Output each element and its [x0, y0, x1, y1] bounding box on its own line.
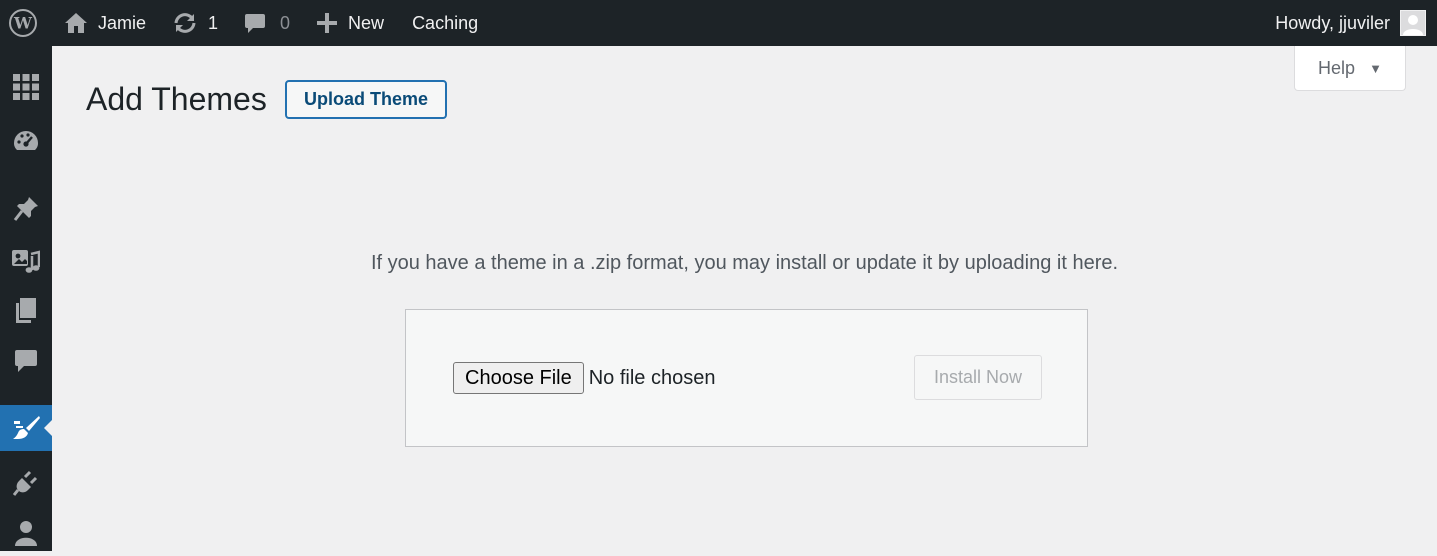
help-label: Help [1318, 57, 1356, 78]
comment-bubble-icon [244, 12, 266, 34]
menu-item-appearance[interactable] [0, 405, 52, 451]
avatar [1400, 10, 1426, 36]
upload-theme-button[interactable]: Upload Theme [285, 80, 447, 119]
triangle-down-icon: ▼ [1369, 60, 1382, 76]
howdy-label: Howdy, jjuviler [1275, 12, 1390, 33]
choose-file-button[interactable]: Choose File [453, 362, 584, 394]
upload-theme-form: Choose File No file chosen Install Now [405, 309, 1088, 447]
menu-item-dashboard[interactable] [0, 64, 52, 110]
dashboard-grid-icon [13, 74, 39, 100]
admin-menu [0, 46, 52, 551]
gauge-icon [14, 131, 38, 150]
wordpress-logo-icon: W [8, 8, 38, 38]
page-title: Add Themes [86, 81, 267, 117]
updates-link[interactable]: 1 [172, 0, 218, 46]
theme-zip-file-input[interactable]: Choose File No file chosen [453, 362, 715, 394]
menu-item-plugins[interactable] [0, 460, 52, 506]
refresh-icon [172, 12, 198, 34]
default-avatar-icon [1401, 11, 1425, 35]
install-now-button[interactable]: Install Now [914, 355, 1042, 400]
plus-icon [316, 12, 338, 34]
menu-item-posts[interactable] [0, 186, 52, 232]
comments-count: 0 [280, 12, 291, 33]
site-name-label: Jamie [98, 12, 147, 33]
pushpin-icon [13, 197, 38, 221]
new-label: New [348, 12, 385, 33]
new-content-link[interactable]: New [316, 0, 384, 46]
menu-item-performance[interactable] [0, 118, 52, 164]
home-icon [64, 12, 88, 34]
user-icon [15, 521, 37, 546]
upload-help-text: If you have a theme in a .zip format, yo… [370, 252, 1119, 274]
comment-icon [15, 350, 37, 372]
my-account-link[interactable]: Howdy, jjuviler [1275, 0, 1426, 46]
help-tab-button[interactable]: Help ▼ [1294, 46, 1406, 91]
caching-link[interactable]: Caching [412, 0, 478, 46]
comments-link[interactable]: 0 [244, 0, 290, 46]
menu-item-pages[interactable] [0, 288, 52, 334]
pages-icon [16, 298, 36, 323]
file-status-text: No file chosen [588, 366, 716, 389]
wordpress-logo-button[interactable]: W [0, 0, 46, 46]
plugin-icon [13, 470, 38, 496]
menu-item-comments[interactable] [0, 338, 52, 384]
menu-item-users[interactable] [0, 510, 52, 556]
updates-count: 1 [208, 12, 219, 33]
caching-label: Caching [412, 12, 479, 33]
admin-bar: W Jamie 1 0 New Caching Howdy, jjuviler [0, 0, 1437, 46]
paintbrush-icon [13, 416, 40, 439]
site-name-link[interactable]: Jamie [64, 0, 146, 46]
svg-text:W: W [13, 14, 33, 33]
